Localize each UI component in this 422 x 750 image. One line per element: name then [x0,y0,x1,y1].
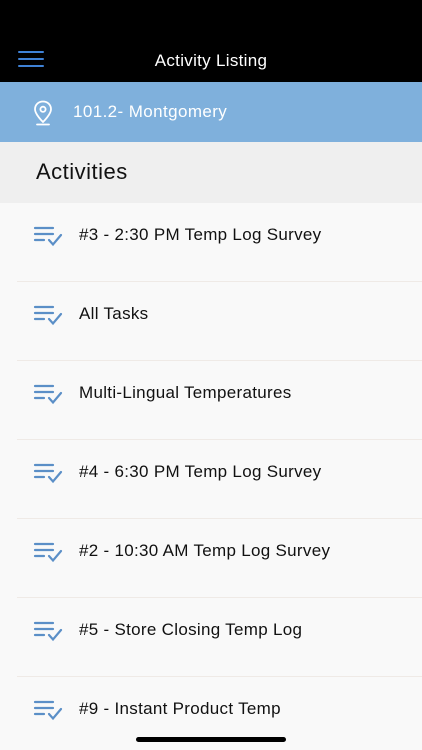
activity-label: #2 - 10:30 AM Temp Log Survey [79,541,331,560]
activity-item[interactable]: #2 - 10:30 AM Temp Log Survey [0,519,422,598]
location-pin-icon [34,100,52,126]
activity-label: Multi-Lingual Temperatures [79,383,292,402]
activity-item[interactable]: #3 - 2:30 PM Temp Log Survey [0,203,422,282]
activity-list: #3 - 2:30 PM Temp Log Survey All Tasks M… [0,203,422,750]
page-title: Activity Listing [154,51,268,70]
activity-item[interactable]: #5 - Store Closing Temp Log [0,598,422,677]
location-name: 101.2- Montgomery [73,102,228,121]
location-bar[interactable]: 101.2- Montgomery [0,82,422,142]
section-header: Activities [0,142,422,203]
section-title: Activities [36,159,128,184]
task-list-check-icon [33,700,63,721]
activity-label: #9 - Instant Product Temp [79,699,281,718]
task-list-check-icon [33,226,63,247]
task-list-check-icon [33,621,63,642]
activity-label: All Tasks [79,304,149,323]
task-list-check-icon [33,384,63,405]
task-list-check-icon [33,542,63,563]
task-list-check-icon [33,463,63,484]
home-indicator[interactable] [136,737,286,742]
activity-label: #3 - 2:30 PM Temp Log Survey [79,225,322,244]
activity-label: #5 - Store Closing Temp Log [79,620,303,639]
activity-listing-screen: Activity Listing 101.2- Montgomery Activ… [0,0,422,750]
navigation-bar: Activity Listing [0,0,422,82]
activity-item[interactable]: Multi-Lingual Temperatures [0,361,422,440]
task-list-check-icon [33,305,63,326]
activity-item[interactable]: #4 - 6:30 PM Temp Log Survey [0,440,422,519]
activity-item[interactable]: All Tasks [0,282,422,361]
activity-label: #4 - 6:30 PM Temp Log Survey [79,462,322,481]
